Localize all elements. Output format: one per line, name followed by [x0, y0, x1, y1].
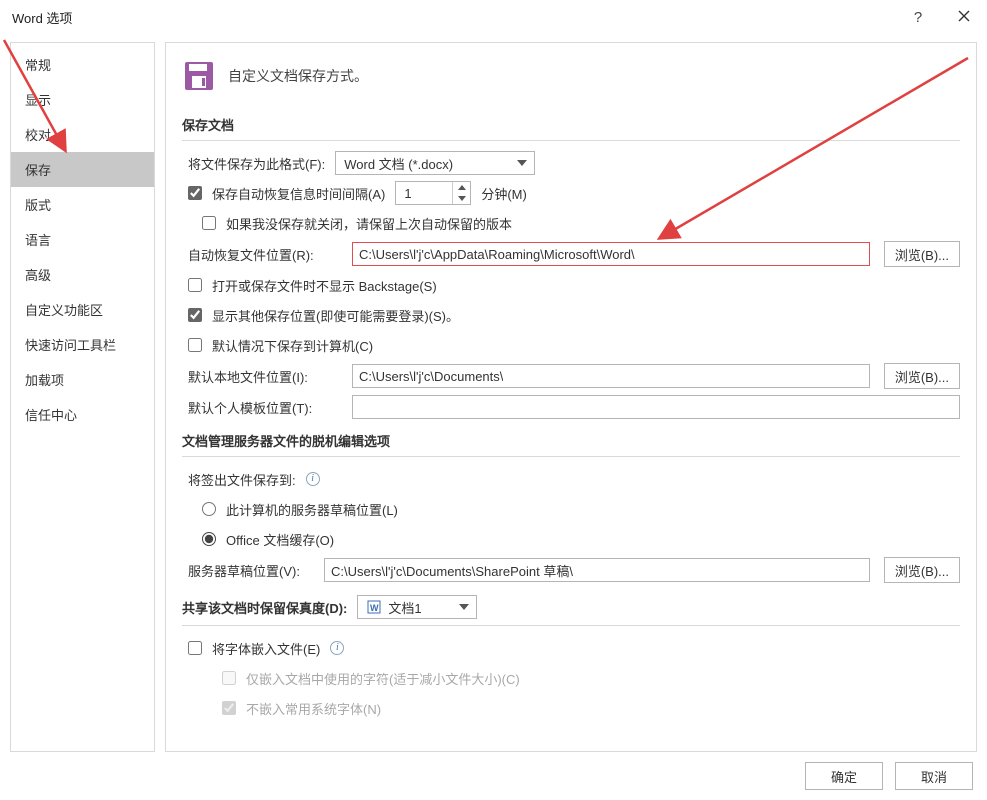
ok-button[interactable]: 确定 [805, 762, 883, 790]
spinner-up-icon[interactable] [453, 182, 470, 193]
embed-fonts-checkbox[interactable] [188, 641, 202, 655]
help-button[interactable]: ? [895, 0, 941, 34]
autosave-interval-spinner[interactable]: 1 [395, 181, 471, 205]
row-checkout-to: 将签出文件保存到: i [188, 467, 960, 491]
autosave-checkbox[interactable] [188, 186, 202, 200]
cancel-button[interactable]: 取消 [895, 762, 973, 790]
row-default-local-path: 默认本地文件位置(I): C:\Users\l'j'c\Documents\ 浏… [188, 363, 960, 389]
default-template-path-label: 默认个人模板位置(T): [188, 398, 338, 417]
sidebar-item-save[interactable]: 保存 [11, 152, 154, 187]
chevron-down-icon [514, 160, 530, 166]
spinner-down-icon[interactable] [453, 193, 470, 204]
checkout-to-label: 将签出文件保存到: [188, 470, 296, 489]
row-show-other-locations: 显示其他保存位置(即使可能需要登录)(S)。 [188, 303, 960, 327]
embed-no-common-checkbox [222, 701, 236, 715]
server-draft-path-field[interactable]: C:\Users\l'j'c\Documents\SharePoint 草稿\ [324, 558, 870, 582]
keep-last-label: 如果我没保存就关闭，请保留上次自动保留的版本 [226, 214, 512, 233]
row-radio-server-draft: 此计算机的服务器草稿位置(L) [188, 497, 960, 521]
embed-no-common-label: 不嵌入常用系统字体(N) [246, 699, 381, 718]
sidebar-item-general[interactable]: 常规 [11, 47, 154, 82]
save-floppy-icon [182, 59, 216, 93]
content-headline: 自定义文档保存方式。 [228, 66, 368, 86]
embed-only-used-label: 仅嵌入文档中使用的字符(适于减小文件大小)(C) [246, 669, 520, 688]
radio-office-cache-label: Office 文档缓存(O) [226, 530, 334, 549]
embed-fonts-label: 将字体嵌入文件(E) [212, 639, 320, 658]
dialog-footer: 确定 取消 [0, 752, 987, 800]
sidebar-item-addins[interactable]: 加载项 [11, 362, 154, 397]
section-offline-edit: 文档管理服务器文件的脱机编辑选项 [182, 427, 960, 457]
radio-office-cache[interactable] [202, 532, 216, 546]
word-doc-icon: W [366, 599, 382, 615]
sidebar-item-trust-center[interactable]: 信任中心 [11, 397, 154, 432]
row-embed-no-common: 不嵌入常用系统字体(N) [188, 696, 960, 720]
section-fidelity-title: 共享该文档时保留保真度(D): [182, 598, 347, 617]
radio-server-draft-label: 此计算机的服务器草稿位置(L) [226, 500, 398, 519]
keep-last-checkbox[interactable] [202, 216, 216, 230]
default-local-browse-button[interactable]: 浏览(B)... [884, 363, 960, 389]
svg-text:W: W [370, 603, 379, 613]
save-format-combo[interactable]: Word 文档 (*.docx) [335, 151, 535, 175]
section-save-docs: 保存文档 [182, 111, 960, 141]
default-local-path-label: 默认本地文件位置(I): [188, 367, 338, 386]
row-default-save-computer: 默认情况下保存到计算机(C) [188, 333, 960, 357]
content-header: 自定义文档保存方式。 [182, 55, 960, 93]
default-local-path-field[interactable]: C:\Users\l'j'c\Documents\ [352, 364, 870, 388]
fidelity-doc-name: 文档1 [388, 598, 450, 617]
window-title: Word 选项 [12, 8, 895, 27]
row-server-draft-path: 服务器草稿位置(V): C:\Users\l'j'c\Documents\Sha… [188, 557, 960, 583]
autosave-interval-value: 1 [404, 186, 448, 201]
row-embed-fonts: 将字体嵌入文件(E) i [188, 636, 960, 660]
row-embed-only-used: 仅嵌入文档中使用的字符(适于减小文件大小)(C) [188, 666, 960, 690]
show-other-locations-checkbox[interactable] [188, 308, 202, 322]
section-fidelity: 共享该文档时保留保真度(D): W 文档1 [182, 591, 960, 626]
info-icon[interactable]: i [306, 472, 320, 486]
sidebar-item-advanced[interactable]: 高级 [11, 257, 154, 292]
embed-only-used-checkbox [222, 671, 236, 685]
default-local-path-value: C:\Users\l'j'c\Documents\ [359, 369, 503, 384]
minutes-label: 分钟(M) [481, 184, 527, 203]
row-default-template-path: 默认个人模板位置(T): [188, 395, 960, 419]
body: 常规 显示 校对 保存 版式 语言 高级 自定义功能区 快速访问工具栏 加载项 … [0, 34, 987, 752]
autosave-label: 保存自动恢复信息时间间隔(A) [212, 184, 385, 203]
row-autosave: 保存自动恢复信息时间间隔(A) 1 分钟(M) [188, 181, 960, 205]
content-panel: 自定义文档保存方式。 保存文档 将文件保存为此格式(F): Word 文档 (*… [165, 42, 977, 752]
no-backstage-checkbox[interactable] [188, 278, 202, 292]
save-format-value: Word 文档 (*.docx) [344, 154, 508, 173]
autorecover-path-field[interactable]: C:\Users\l'j'c\AppData\Roaming\Microsoft… [352, 242, 870, 266]
sidebar-item-language[interactable]: 语言 [11, 222, 154, 257]
row-radio-office-cache: Office 文档缓存(O) [188, 527, 960, 551]
show-other-locations-label: 显示其他保存位置(即使可能需要登录)(S)。 [212, 306, 459, 325]
autorecover-path-label: 自动恢复文件位置(R): [188, 245, 338, 264]
default-save-computer-label: 默认情况下保存到计算机(C) [212, 336, 373, 355]
sidebar-item-layout[interactable]: 版式 [11, 187, 154, 222]
row-autorecover-path: 自动恢复文件位置(R): C:\Users\l'j'c\AppData\Roam… [188, 241, 960, 267]
spinner-buttons[interactable] [452, 182, 470, 204]
close-icon [958, 10, 970, 25]
radio-server-draft[interactable] [202, 502, 216, 516]
default-save-computer-checkbox[interactable] [188, 338, 202, 352]
info-icon[interactable]: i [330, 641, 344, 655]
titlebar: Word 选项 ? [0, 0, 987, 34]
sidebar: 常规 显示 校对 保存 版式 语言 高级 自定义功能区 快速访问工具栏 加载项 … [10, 42, 155, 752]
sidebar-item-display[interactable]: 显示 [11, 82, 154, 117]
no-backstage-label: 打开或保存文件时不显示 Backstage(S) [212, 276, 437, 295]
save-format-label: 将文件保存为此格式(F): [188, 154, 325, 173]
server-draft-path-value: C:\Users\l'j'c\Documents\SharePoint 草稿\ [331, 561, 573, 580]
fidelity-doc-combo[interactable]: W 文档1 [357, 595, 477, 619]
row-keep-last: 如果我没保存就关闭，请保留上次自动保留的版本 [188, 211, 960, 235]
autorecover-path-value: C:\Users\l'j'c\AppData\Roaming\Microsoft… [359, 247, 635, 262]
default-template-path-field[interactable] [352, 395, 960, 419]
server-draft-path-label: 服务器草稿位置(V): [188, 561, 310, 580]
row-no-backstage: 打开或保存文件时不显示 Backstage(S) [188, 273, 960, 297]
row-save-format: 将文件保存为此格式(F): Word 文档 (*.docx) [188, 151, 960, 175]
sidebar-item-proofing[interactable]: 校对 [11, 117, 154, 152]
autorecover-browse-button[interactable]: 浏览(B)... [884, 241, 960, 267]
server-draft-browse-button[interactable]: 浏览(B)... [884, 557, 960, 583]
chevron-down-icon [456, 604, 472, 610]
close-button[interactable] [941, 0, 987, 34]
sidebar-item-quick-access[interactable]: 快速访问工具栏 [11, 327, 154, 362]
sidebar-item-customize-ribbon[interactable]: 自定义功能区 [11, 292, 154, 327]
